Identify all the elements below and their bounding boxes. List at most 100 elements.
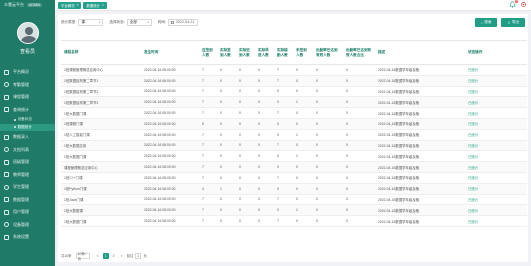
status-action-link[interactable]: 已统计 (465, 161, 527, 173)
column-header[interactable]: 应签到人数 (199, 40, 217, 65)
table-row[interactable]: 1班课程管理概念应用中心 2022-04-16 08:00:00 7 0 0 0 7 0 0 0 2… (61, 64, 527, 76)
notification-button[interactable]: 1 (509, 0, 518, 8)
table-row[interactable]: 1班人工智能门课 2022-04-16 08:00:00 7 0 0 0 0 1 0 0 2022-… (61, 129, 527, 141)
status-action-link[interactable]: 已统计 (465, 150, 527, 163)
sidebar-item-label: 文档列表 (13, 146, 29, 152)
clock-icon (4, 82, 9, 88)
status-action-link[interactable]: 已统计 (465, 96, 527, 109)
status-action-link[interactable]: 已统计 (465, 75, 527, 87)
status-action-link[interactable]: 已统计 (465, 64, 527, 76)
table-cell: 0 (255, 86, 274, 98)
tab-data-stats[interactable]: 数据统计 × (83, 1, 107, 9)
sidebar-item[interactable]: 文档列表 (0, 144, 55, 157)
sidebar-item[interactable]: 数据统计 (0, 123, 55, 131)
sidebar-item-label: 班级管理 (13, 159, 29, 165)
table-row[interactable]: 1班数据结构第二章节2 2022-04-16 08:00:00 7 0 0 0 0 0 0 0 20… (61, 86, 527, 98)
type-select[interactable]: 课 ▾ (78, 18, 104, 26)
table-cell: 2022-04-16 08:00:00 (141, 140, 199, 152)
table-cell: 0 (236, 183, 255, 195)
table-cell: 0 (293, 215, 313, 227)
sidebar-item[interactable]: 平台概况 (0, 66, 55, 79)
status-action-link[interactable]: 已统计 (465, 86, 527, 98)
date-picker[interactable]: 2022-04-21 (167, 18, 198, 26)
page-1-button[interactable]: 1 (102, 252, 109, 259)
sidebar-item[interactable]: 教师管理 (0, 169, 55, 182)
status-action-link[interactable]: 已统计 (465, 204, 527, 217)
tab-label: 平台概况 (61, 3, 75, 8)
role-switch[interactable]: ADMIN (27, 3, 42, 7)
sidebar-item-label: 平台概况 (13, 69, 29, 75)
next-page-button[interactable]: > (119, 253, 125, 259)
status-action-link[interactable]: 已统计 (465, 107, 527, 119)
table-row[interactable]: 1班大数据门课 2022-04-16 08:00:00 7 0 0 0 7 0 0 0 2022-0… (61, 215, 527, 227)
table-row[interactable]: 1班大数据门课 2022-04-16 08:00:00 7 0 0 0 0 1 0 0 2022-0… (61, 150, 527, 163)
table-cell: 0 (255, 140, 274, 152)
table-cell: 2022-04-16数据学年级及格 (375, 75, 465, 87)
column-header[interactable]: 实际迟到人数 (236, 40, 255, 65)
status-action-link[interactable]: 已统计 (465, 172, 527, 184)
sidebar-item[interactable]: 数据录入 (0, 131, 55, 144)
page-2-button[interactable]: 2 (111, 253, 117, 259)
table-row[interactable]: 1班Java门课 2022-04-16 08:00:00 7 0 0 0 7 0 0 0 2022-… (61, 194, 527, 206)
sidebar-item[interactable]: 查询统计 (0, 104, 55, 117)
column-header[interactable]: 状态操作 (465, 40, 527, 65)
table-row[interactable]: 课程管理概念应用中心 2022-04-16 08:00:00 7 0 0 0 0 0 0 0 202… (61, 161, 527, 173)
column-header[interactable]: 描述 (375, 40, 465, 65)
table-row[interactable]: 1班C++门课 2022-04-16 08:00:00 7 0 0 0 7 0 0 0 2022-0… (61, 172, 527, 184)
column-header[interactable]: 出勤率已达到有效人数 (313, 40, 343, 65)
status-action-link[interactable]: 已统计 (465, 194, 527, 206)
column-header[interactable]: 实际缺勤人数 (274, 40, 293, 65)
status-action-link[interactable]: 已统计 (465, 215, 527, 227)
table-row[interactable]: 1班Python门课 2022-04-16 08:00:00 4 1 0 0 0 0 0 0 202… (61, 183, 527, 195)
status-action-link[interactable]: 已统计 (465, 129, 527, 141)
close-icon[interactable]: × (77, 3, 79, 7)
table-row[interactable]: 1班数据结构第二章节3 2022-04-16 08:00:00 7 0 0 0 0 1 0 0 20… (61, 96, 527, 109)
stats-icon (14, 126, 16, 129)
column-header[interactable]: 实际早退人数 (255, 40, 274, 65)
sidebar-item[interactable]: 课程管理 (0, 91, 55, 104)
close-icon[interactable]: × (102, 3, 104, 7)
type-select-value: 课 (81, 19, 85, 24)
sidebar-item[interactable]: 设备状态 (0, 116, 55, 124)
column-header[interactable]: 未签到人数 (293, 40, 313, 65)
table-row[interactable]: 1班大数据应用 2022-04-16 08:00:00 7 0 0 0 7 0 0 0 2022-0… (61, 140, 527, 152)
table-row[interactable]: 1班课程门课 2022-04-16 08:00:00 6 0 0 0 0 0 0 0 2022-04… (61, 118, 527, 130)
column-header[interactable]: 课程名称 (61, 40, 141, 65)
sidebar-item[interactable]: 考勤管理 (0, 79, 55, 92)
column-header[interactable]: 出勤率已达到有效人数占比 (343, 40, 375, 65)
table-cell: 0 (293, 86, 313, 98)
chevron-down-icon: ▾ (147, 20, 149, 24)
table-cell: 0 (236, 118, 255, 130)
search-button[interactable]: ⌕ 搜索 (474, 18, 498, 27)
app-title: 众慧云平台 (4, 2, 24, 7)
sidebar-item[interactable]: 学生管理 (0, 181, 55, 194)
tab-overview[interactable]: 平台概况 × (58, 1, 82, 9)
table-row[interactable]: 1班数据结构第二章节1 2022-04-16 08:00:00 7 0 0 0 7 0 0 0 20… (61, 75, 527, 87)
table-cell: 2022-04-16数据学年级及格 (375, 150, 465, 163)
table-cell: 2022-04-16 08:00:00 (141, 75, 199, 87)
sidebar-item[interactable]: 班级管理 (0, 156, 55, 169)
date-value: 2022-04-21 (175, 20, 195, 24)
table-cell: 2022-04-16数据学年级及格 (375, 215, 465, 227)
table-row[interactable]: 1班大数据课 2022-04-16 08:00:00 7 0 0 0 0 1 0 0 2022-04… (61, 204, 527, 217)
column-header[interactable]: 实际签到人数 (217, 40, 236, 65)
status-action-link[interactable]: 已统计 (465, 118, 527, 130)
prev-page-button[interactable]: < (95, 253, 101, 259)
sidebar-item[interactable]: 设备管理 (0, 219, 55, 232)
export-button[interactable]: ⇪ 导出 (501, 18, 525, 27)
table-cell: 2022-04-16数据学年级及格 (375, 96, 465, 109)
table-row[interactable]: 1班大数据门课 2022-04-16 08:00:00 7 0 0 0 7 0 0 0 2022-0… (61, 107, 527, 119)
page-size-select[interactable]: 10条/页 (75, 252, 90, 261)
column-header[interactable]: 发生时间 (141, 40, 199, 65)
goto-page-input[interactable]: 1 (135, 252, 142, 259)
status-select[interactable]: 全部 ▾ (126, 18, 152, 26)
status-action-link[interactable]: 已统计 (465, 140, 527, 152)
gear-icon[interactable] (520, 1, 527, 8)
status-action-link[interactable]: 已统计 (465, 183, 527, 195)
table-cell: 0 (255, 118, 274, 130)
calendar-icon (170, 20, 174, 24)
sidebar-item[interactable]: 用户管理 (0, 206, 55, 219)
sidebar-item[interactable]: 数据管理 (0, 194, 55, 207)
sidebar-item[interactable]: 系统设置 (0, 231, 55, 244)
avatar[interactable] (16, 22, 39, 44)
